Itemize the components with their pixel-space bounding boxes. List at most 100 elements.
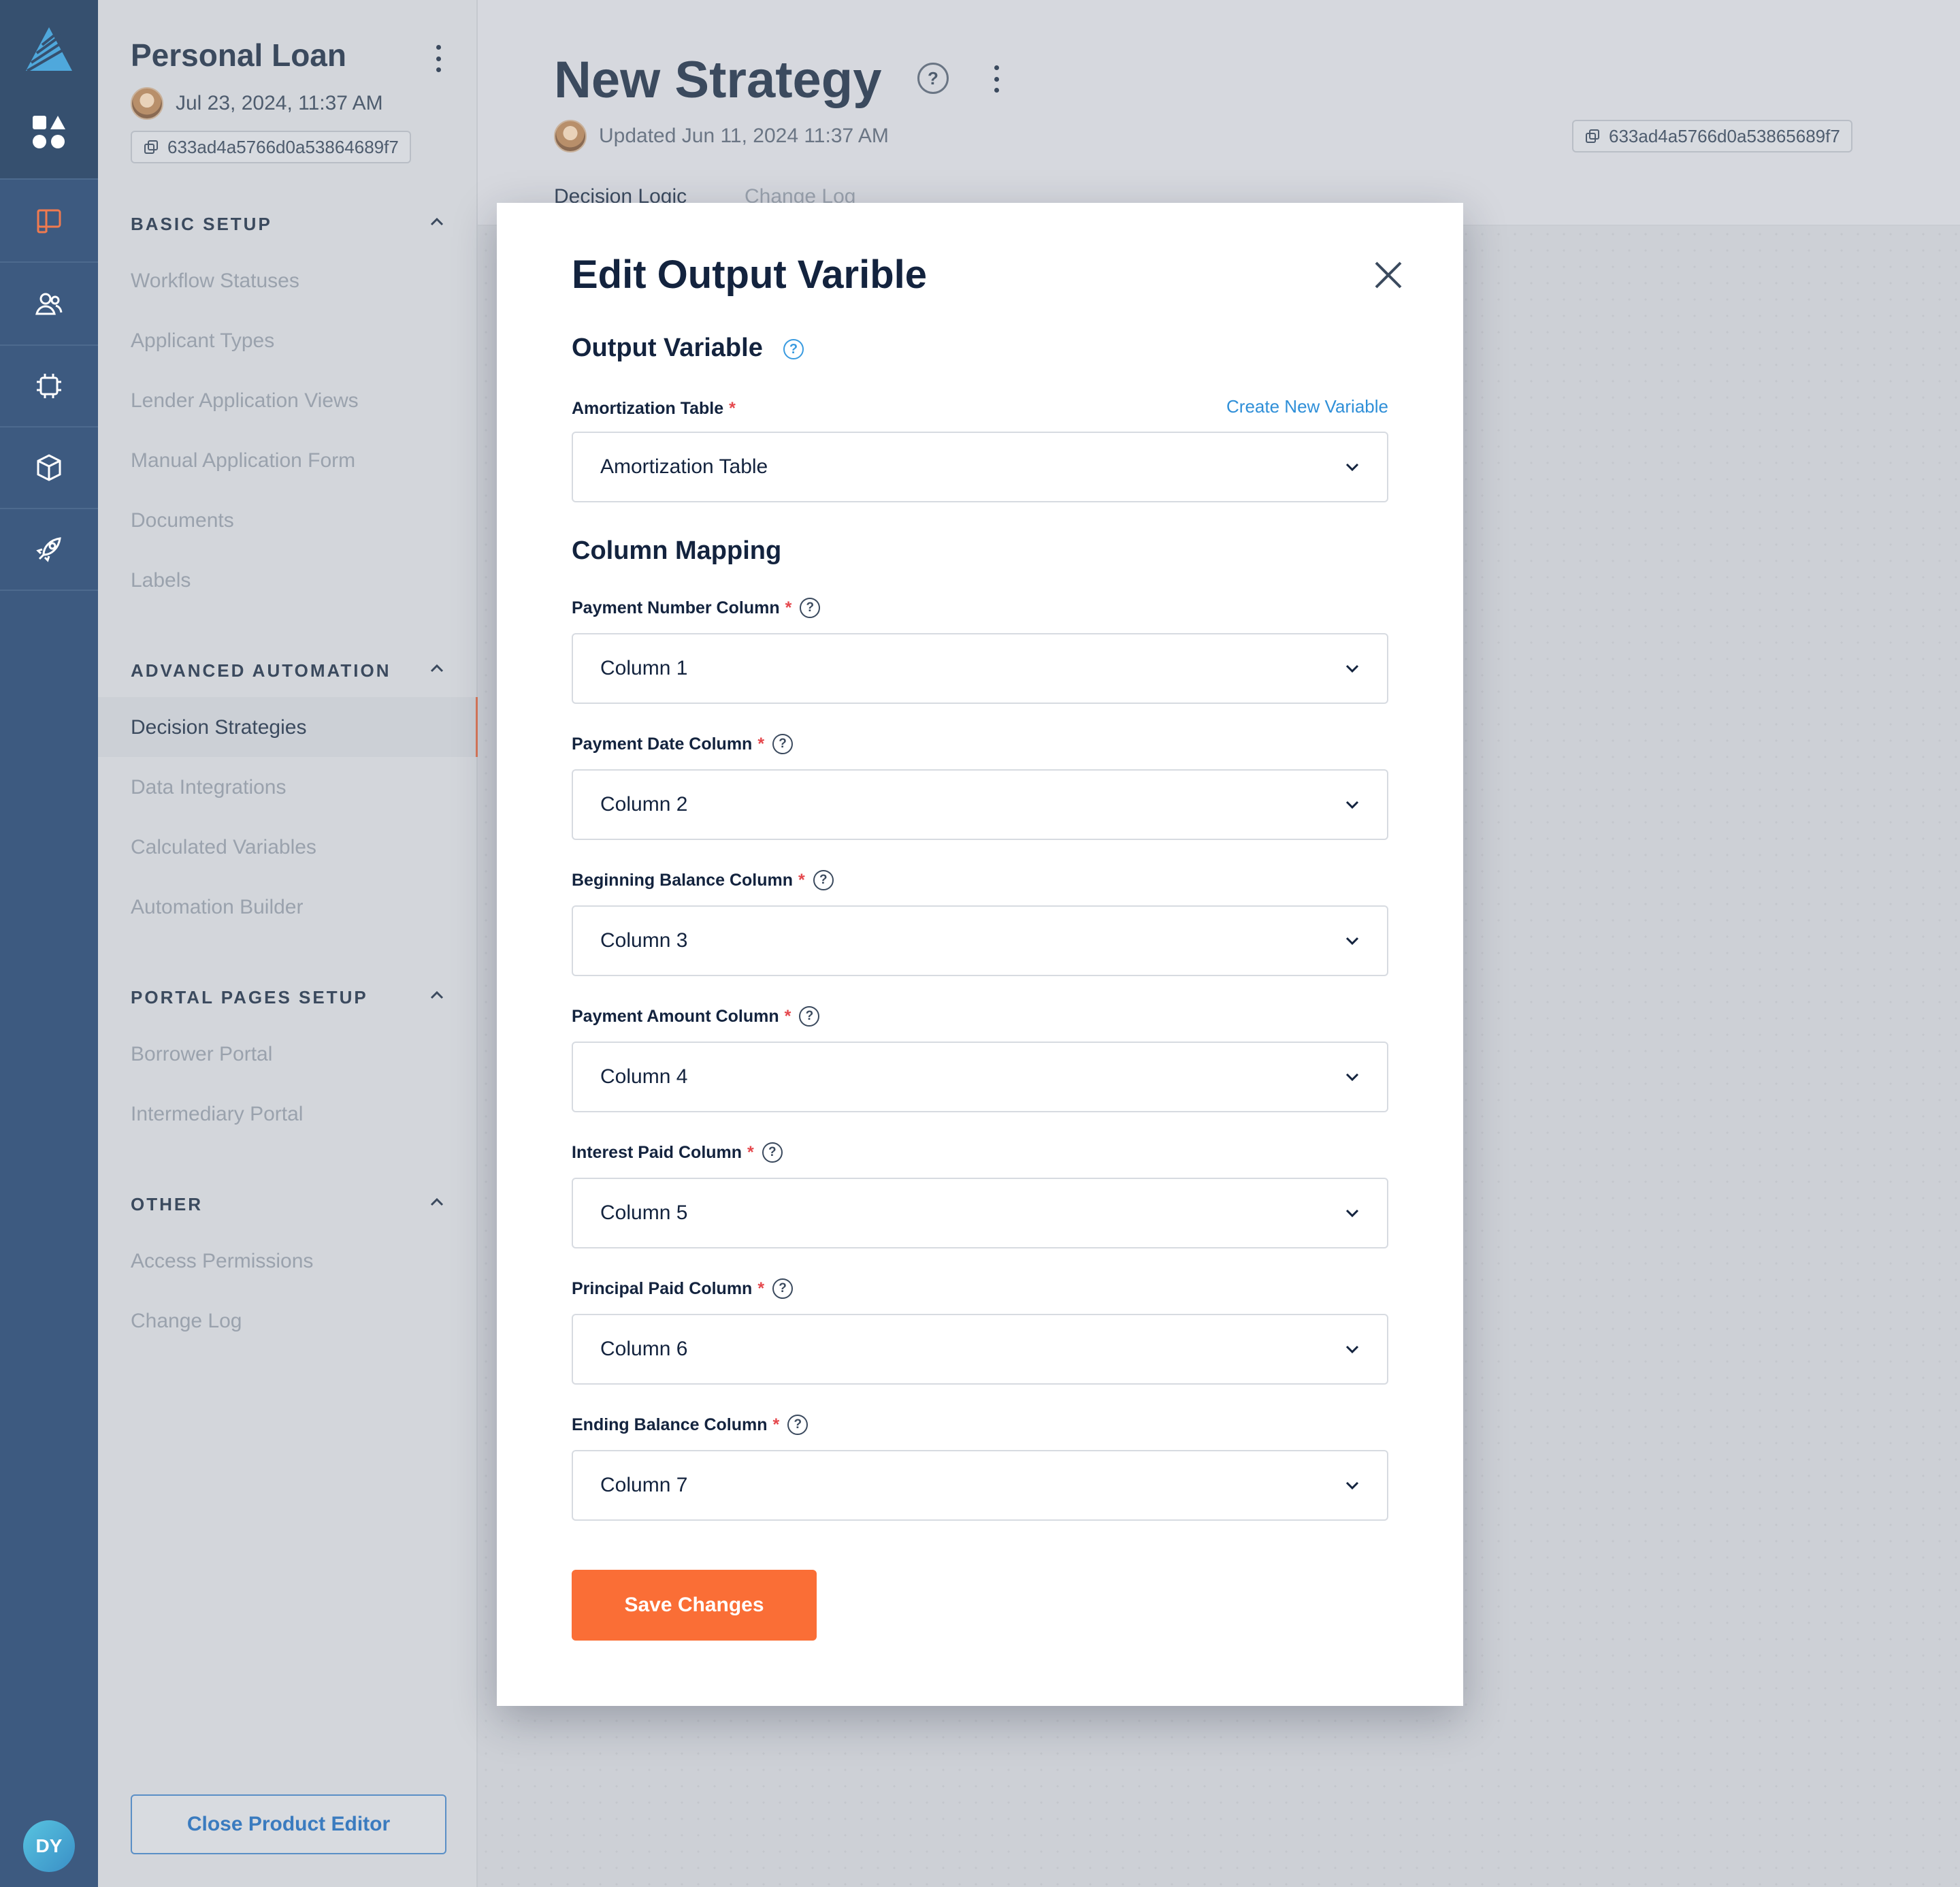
payment-number-label: Payment Number Column * ?: [572, 598, 821, 618]
required-mark: *: [784, 1006, 791, 1026]
interest-paid-label: Interest Paid Column * ?: [572, 1142, 783, 1163]
payment-number-select[interactable]: Column 1: [572, 633, 1388, 704]
product-id-chip[interactable]: 633ad4a5766d0a53864689f7: [131, 131, 411, 163]
nav-change-log[interactable]: Change Log: [131, 1310, 242, 1333]
interest-paid-select[interactable]: Column 5: [572, 1178, 1388, 1248]
chip-icon: [37, 374, 61, 398]
help-icon[interactable]: ?: [813, 870, 834, 890]
help-icon[interactable]: ?: [762, 1142, 783, 1163]
payment-amount-select[interactable]: Column 4: [572, 1042, 1388, 1112]
create-new-variable-link[interactable]: Create New Variable: [1226, 396, 1388, 417]
chevron-up-icon[interactable]: [429, 216, 445, 227]
section-basic-setup[interactable]: BASIC SETUP: [131, 214, 272, 235]
copy-icon: [144, 140, 158, 154]
strategy-id-chip[interactable]: 633ad4a5766d0a53865689f7: [1572, 120, 1852, 152]
field-label-text: Payment Date Column: [572, 734, 753, 754]
avatar: [131, 87, 163, 120]
nav-data-integrations[interactable]: Data Integrations: [131, 776, 286, 799]
close-product-editor-button[interactable]: Close Product Editor: [131, 1794, 446, 1854]
chevron-down-icon: [1345, 664, 1359, 673]
field-label-text: Ending Balance Column: [572, 1415, 768, 1434]
rail-item-users[interactable]: [0, 264, 98, 346]
strategy-more-icon[interactable]: [992, 65, 1000, 93]
chevron-up-icon[interactable]: [429, 663, 445, 674]
help-icon[interactable]: ?: [787, 1415, 808, 1435]
chevron-up-icon[interactable]: [429, 1197, 445, 1208]
nav-manual-application-form[interactable]: Manual Application Form: [131, 449, 355, 472]
select-value: Column 7: [600, 1474, 688, 1496]
section-portal-pages-setup[interactable]: PORTAL PAGES SETUP: [131, 987, 368, 1008]
rail-item-modules[interactable]: [0, 428, 98, 509]
nav-automation-builder[interactable]: Automation Builder: [131, 896, 303, 919]
modal-title: Edit Output Varible: [572, 253, 928, 297]
required-mark: *: [747, 1142, 754, 1162]
field-label-text: Principal Paid Column: [572, 1278, 753, 1298]
chevron-up-icon[interactable]: [429, 990, 445, 1001]
apps-icon[interactable]: [31, 114, 67, 150]
product-title: Personal Loan: [131, 37, 346, 73]
help-icon[interactable]: ?: [783, 339, 804, 359]
nav-labels[interactable]: Labels: [131, 569, 191, 592]
help-icon[interactable]: ?: [917, 63, 949, 94]
strategy-id: 633ad4a5766d0a53865689f7: [1609, 125, 1840, 146]
field-label-text: Payment Amount Column: [572, 1006, 779, 1026]
chevron-down-icon: [1345, 1345, 1359, 1354]
beginning-balance-select[interactable]: Column 3: [572, 905, 1388, 976]
field-label-text: Amortization Table: [572, 399, 724, 418]
nav-access-permissions[interactable]: Access Permissions: [131, 1250, 313, 1273]
product-sidebar: Personal Loan Jul 23, 2024, 11:37 AM 633…: [98, 0, 478, 1887]
save-changes-button[interactable]: Save Changes: [572, 1570, 817, 1641]
chevron-down-icon: [1345, 1073, 1359, 1082]
edit-output-variable-modal: Edit Output Varible Output Variable ? Am…: [497, 203, 1463, 1706]
chevron-down-icon: [1345, 1209, 1359, 1218]
page-title: New Strategy: [554, 51, 882, 109]
cube-icon: [37, 454, 61, 481]
layout-icon: [37, 209, 61, 233]
rail-item-integrations[interactable]: [0, 346, 98, 428]
payment-date-label: Payment Date Column * ?: [572, 734, 794, 754]
required-mark: *: [798, 870, 805, 890]
nav-lender-application-views[interactable]: Lender Application Views: [131, 389, 359, 413]
chevron-down-icon: [1345, 801, 1359, 809]
help-icon[interactable]: ?: [799, 1006, 820, 1027]
nav-calculated-variables[interactable]: Calculated Variables: [131, 836, 316, 859]
field-label-text: Payment Number Column: [572, 598, 780, 617]
select-value: Column 5: [600, 1201, 688, 1224]
section-other[interactable]: OTHER: [131, 1194, 203, 1215]
nav-decision-strategies[interactable]: Decision Strategies: [131, 716, 306, 739]
product-date: Jul 23, 2024, 11:37 AM: [176, 92, 383, 114]
ending-balance-select[interactable]: Column 7: [572, 1450, 1388, 1521]
nav-workflow-statuses[interactable]: Workflow Statuses: [131, 270, 299, 293]
avatar: [554, 120, 587, 152]
select-value: Column 4: [600, 1065, 688, 1088]
logo-icon: [26, 27, 72, 72]
close-icon[interactable]: [1373, 260, 1403, 290]
payment-date-select[interactable]: Column 2: [572, 769, 1388, 840]
beginning-balance-label: Beginning Balance Column * ?: [572, 870, 834, 890]
nav-applicant-types[interactable]: Applicant Types: [131, 329, 274, 353]
nav-intermediary-portal[interactable]: Intermediary Portal: [131, 1103, 303, 1126]
select-value: Column 2: [600, 793, 688, 816]
chevron-down-icon: [1345, 937, 1359, 946]
amortization-table-select[interactable]: Amortization Table: [572, 432, 1388, 502]
product-meta: Jul 23, 2024, 11:37 AM: [131, 87, 383, 120]
help-icon[interactable]: ?: [800, 598, 821, 618]
nav-documents[interactable]: Documents: [131, 509, 234, 532]
rail-item-products[interactable]: [0, 181, 98, 263]
nav-borrower-portal[interactable]: Borrower Portal: [131, 1043, 272, 1066]
product-more-icon[interactable]: [434, 45, 442, 72]
column-mapping-heading: Column Mapping: [572, 536, 782, 565]
required-mark: *: [785, 598, 792, 617]
section-advanced-automation[interactable]: ADVANCED AUTOMATION: [131, 660, 391, 681]
select-value: Column 6: [600, 1338, 688, 1360]
help-icon[interactable]: ?: [772, 1278, 794, 1299]
required-mark: *: [757, 1278, 765, 1298]
rail-item-launch[interactable]: [0, 509, 98, 591]
strategy-meta: Updated Jun 11, 2024 11:37 AM: [554, 120, 889, 152]
required-mark: *: [729, 399, 736, 418]
help-icon[interactable]: ?: [772, 734, 794, 754]
principal-paid-select[interactable]: Column 6: [572, 1314, 1388, 1385]
field-label-text: Interest Paid Column: [572, 1142, 742, 1162]
user-avatar[interactable]: DY: [23, 1820, 75, 1872]
chevron-down-icon: [1345, 463, 1359, 472]
